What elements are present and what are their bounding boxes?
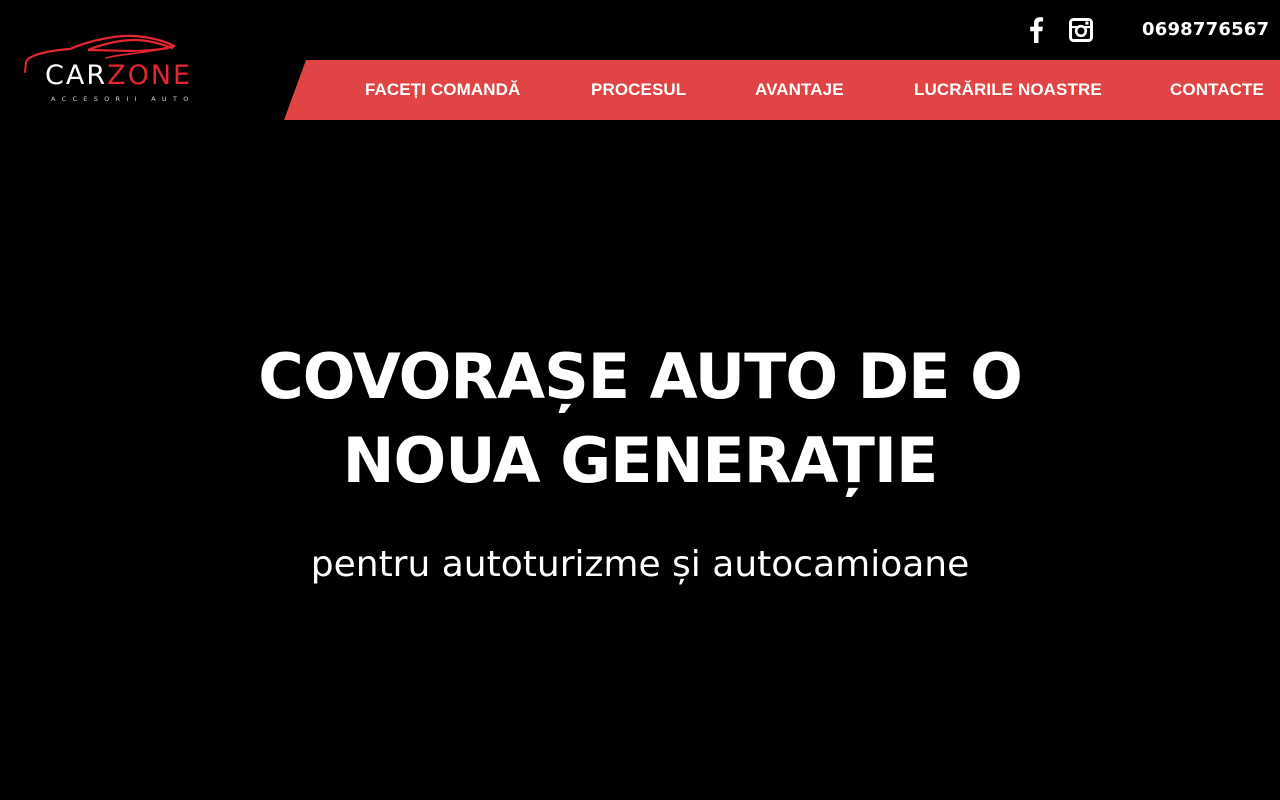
- phone-number[interactable]: 0698776567: [1142, 19, 1269, 40]
- nav-item-order[interactable]: FACEȚI COMANDĂ: [365, 60, 520, 120]
- hero-title-line-2: NOUA GENERAȚIE: [342, 424, 939, 497]
- nav-item-contacts[interactable]: CONTACTE: [1170, 60, 1264, 120]
- logo-word-zone: ZONE: [107, 60, 193, 91]
- hero-section: COVORAȘE AUTO DE O NOUA GENERAȚIE pentru…: [0, 335, 1280, 587]
- nav-item-our-works[interactable]: LUCRĂRILE NOASTRE: [914, 60, 1102, 120]
- nav-item-process[interactable]: PROCESUL: [591, 60, 686, 120]
- instagram-link[interactable]: [1068, 17, 1094, 43]
- facebook-link[interactable]: [1023, 17, 1049, 43]
- carzone-logo[interactable]: CARZONE ACCESORII AUTO: [22, 32, 226, 108]
- main-nav: FACEȚI COMANDĂ PROCESUL AVANTAJE LUCRĂRI…: [284, 60, 1280, 120]
- hero-title: COVORAȘE AUTO DE O NOUA GENERAȚIE: [240, 335, 1040, 503]
- instagram-icon: [1069, 18, 1093, 42]
- hero-subtitle: pentru autoturizme și autocamioane: [310, 544, 970, 585]
- facebook-icon: [1030, 17, 1044, 43]
- logo-wordmark: CARZONE: [45, 62, 192, 89]
- hero-title-line-1: COVORAȘE AUTO DE O: [258, 340, 1023, 413]
- page: CARZONE ACCESORII AUTO 0698776567 FACEȚI…: [0, 0, 1280, 800]
- nav-item-advantages[interactable]: AVANTAJE: [755, 60, 844, 120]
- logo-tagline: ACCESORII AUTO: [51, 95, 195, 103]
- logo-word-car: CAR: [45, 60, 108, 91]
